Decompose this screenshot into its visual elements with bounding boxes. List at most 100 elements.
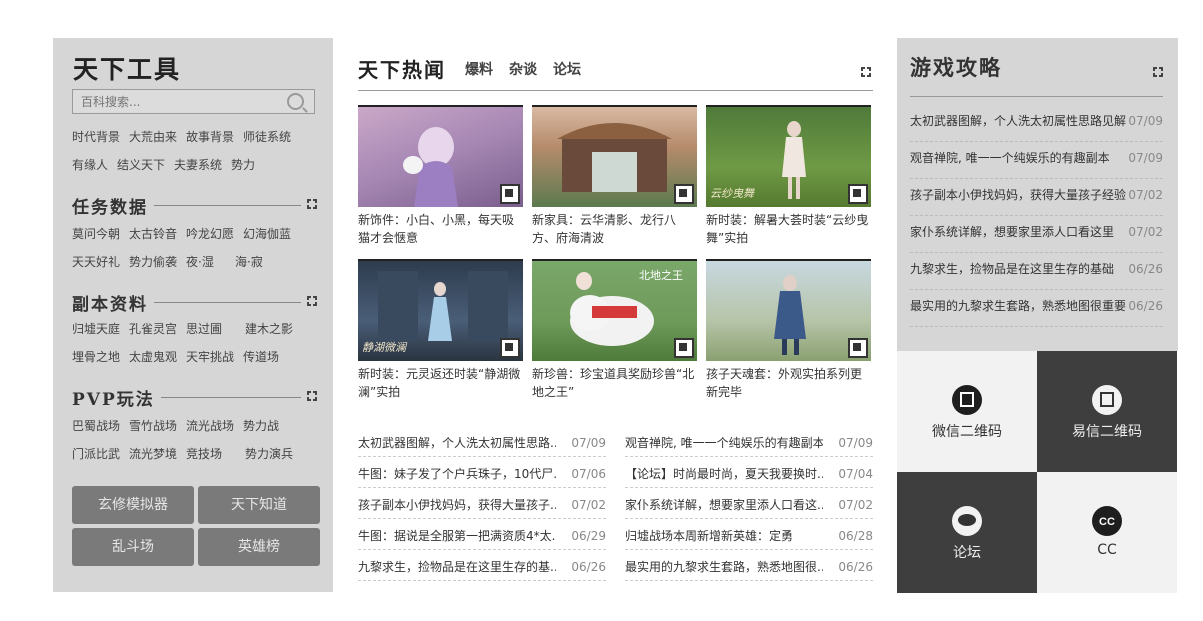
list-item[interactable]: 观音禅院, 唯一一个纯娱乐的有趣副本 07/09 [625,430,873,457]
tool-link[interactable]: 夫妻系统 [174,151,222,179]
news-title[interactable]: 最实用的九黎求生套路，熟悉地图很.. [625,554,823,580]
news-thumbnail[interactable] [358,105,523,207]
tool-link[interactable]: 雪竹战场 [129,412,177,440]
expand-icon[interactable] [306,390,320,404]
news-thumbnail[interactable]: 云纱曳舞 [706,105,871,207]
tool-link[interactable]: 天牢挑战 [186,343,234,371]
tool-link[interactable]: 归墟天庭 [72,315,120,343]
tool-link[interactable]: 孔雀灵宫 [129,315,177,343]
section-title: 任务数据 [72,193,154,218]
tile-label: CC [1097,542,1117,558]
list-item[interactable]: 最实用的九黎求生套路，熟悉地图很.. 06/26 [625,554,873,581]
wiki-search-input[interactable] [73,90,283,114]
news-caption[interactable]: 新珍兽：珍宝道具奖励珍兽“北地之王” [532,365,697,401]
wechat-qr-tile[interactable]: 微信二维码 [897,351,1037,472]
forum-tile[interactable]: 论坛 [897,472,1037,593]
tool-link[interactable]: 故事背景 [186,123,234,151]
tool-link[interactable]: 流光梦境 [129,440,177,468]
news-title[interactable]: 观音禅院, 唯一一个纯娱乐的有趣副本 [625,430,823,456]
simulator-button[interactable]: 玄修模拟器 [72,486,194,524]
news-title[interactable]: 家仆系统详解，想要家里添人口看这.. [625,492,823,518]
list-item[interactable]: 孩子副本小伊找妈妈，获得大量孩子.. 07/02 [358,492,606,519]
tool-link[interactable]: 师徒系统 [243,123,291,151]
guide-title[interactable]: 最实用的九黎求生套路，熟悉地图很重要 [910,290,1128,323]
news-caption[interactable]: 新时装：元灵返还时装“静湖微澜”实拍 [358,365,523,401]
news-title[interactable]: 牛图：妹子发了个户兵珠子，10代尸. [358,461,556,487]
list-item[interactable]: 牛图：据说是全服第一把满资质4*太.. 06/29 [358,523,606,550]
guide-title[interactable]: 九黎求生，捡物品是在这里生存的基础 [910,253,1128,286]
expand-icon[interactable] [860,66,874,80]
tool-link[interactable]: 思过圃 [186,315,236,343]
expand-icon[interactable] [306,198,320,212]
tool-link[interactable]: 流光战场 [186,412,234,440]
news-title[interactable]: 归墟战场本周新增新英雄：定勇 [625,523,823,549]
tool-link[interactable]: 幻海伽蓝 [243,220,291,248]
tab-zatan[interactable]: 杂谈 [509,62,537,78]
list-item[interactable]: 归墟战场本周新增新英雄：定勇 06/28 [625,523,873,550]
list-item[interactable]: 孩子副本小伊找妈妈，获得大量孩子经验 07/02 [910,179,1163,216]
tool-link[interactable]: 海·寂 [235,248,263,276]
tab-luntan[interactable]: 论坛 [553,62,581,78]
news-title[interactable]: 太初武器图解，个人洗太初属性思路.. [358,430,556,456]
tool-link[interactable]: 传道场 [243,343,279,371]
section-header-quests: 任务数据 [72,193,320,218]
tools-panel: 天下工具 时代背景大荒由来故事背景师徒系统 有缘人结义天下夫妻系统势力 任务数据… [53,38,333,592]
list-item[interactable]: 太初武器图解，个人洗太初属性思路.. 07/09 [358,430,606,457]
list-item[interactable]: 【论坛】时尚最时尚，夏天我要换时.. 07/04 [625,461,873,488]
list-item[interactable]: 观音禅院, 唯一一个纯娱乐的有趣副本 07/09 [910,142,1163,179]
tool-link[interactable]: 大荒由来 [129,123,177,151]
tool-link[interactable]: 势力偷袭 [129,248,177,276]
news-caption[interactable]: 孩子天魂套：外观实拍系列更新完毕 [706,365,871,401]
news-thumbnail[interactable]: 北地之王 [532,259,697,361]
tool-link[interactable]: 竞技场 [186,440,236,468]
news-title[interactable]: 九黎求生，捡物品是在这里生存的基.. [358,554,556,580]
tool-link[interactable]: 门派比武 [72,440,120,468]
tool-link[interactable]: 结义天下 [117,151,165,179]
list-item[interactable]: 最实用的九黎求生套路，熟悉地图很重要 06/26 [910,290,1163,327]
tool-link[interactable]: 莫问今朝 [72,220,120,248]
list-item[interactable]: 家仆系统详解，想要家里添人口看这.. 07/02 [625,492,873,519]
tab-baoliao[interactable]: 爆料 [465,62,493,78]
cc-tile[interactable]: CC CC [1037,472,1177,593]
tool-link[interactable]: 巴蜀战场 [72,412,120,440]
guide-title[interactable]: 观音禅院, 唯一一个纯娱乐的有趣副本 [910,142,1128,175]
tool-link[interactable]: 势力战 [243,412,279,440]
tool-link[interactable]: 势力 [231,151,255,179]
list-item[interactable]: 家仆系统详解，想要家里添人口看这里 07/02 [910,216,1163,253]
news-thumbnail[interactable]: 静湖微澜 [358,259,523,361]
list-item[interactable]: 太初武器图解，个人洗太初属性思路见解 07/09 [910,105,1163,142]
news-title[interactable]: 【论坛】时尚最时尚，夏天我要换时.. [625,461,823,487]
guide-title[interactable]: 家仆系统详解，想要家里添人口看这里 [910,216,1128,249]
news-caption[interactable]: 新时装：解暑大荟时装“云纱曳舞”实拍 [706,211,871,247]
tool-link[interactable]: 太古铃音 [129,220,177,248]
list-item[interactable]: 牛图：妹子发了个户兵珠子，10代尸. 07/06 [358,461,606,488]
news-caption[interactable]: 新家具：云华清影、龙行八方、府海清波 [532,211,697,247]
tool-link[interactable]: 有缘人 [72,151,108,179]
guide-title[interactable]: 太初武器图解，个人洗太初属性思路见解 [910,105,1128,138]
tool-link[interactable]: 建木之影 [245,315,293,343]
news-title[interactable]: 牛图：据说是全服第一把满资质4*太.. [358,523,556,549]
arena-button[interactable]: 乱斗场 [72,528,194,566]
search-icon[interactable] [287,93,304,110]
news-title[interactable]: 孩子副本小伊找妈妈，获得大量孩子.. [358,492,556,518]
wiki-search-box[interactable] [72,89,315,114]
hero-rank-button[interactable]: 英雄榜 [198,528,320,566]
tile-label: 论坛 [953,545,981,561]
zhidao-button[interactable]: 天下知道 [198,486,320,524]
tool-link[interactable]: 吟龙幻愿 [186,220,234,248]
list-item[interactable]: 九黎求生，捡物品是在这里生存的基础 06/26 [910,253,1163,290]
list-item[interactable]: 九黎求生，捡物品是在这里生存的基.. 06/26 [358,554,606,581]
tool-link[interactable]: 太虚鬼观 [129,343,177,371]
news-thumbnail[interactable] [532,105,697,207]
tool-link[interactable]: 时代背景 [72,123,120,151]
expand-icon[interactable] [306,295,320,309]
tool-link[interactable]: 埋骨之地 [72,343,120,371]
news-thumbnail[interactable] [706,259,871,361]
news-caption[interactable]: 新饰件：小白、小黑，每天吸猫才会惬意 [358,211,523,247]
tool-link[interactable]: 夜·湿 [186,248,226,276]
yixin-qr-tile[interactable]: 易信二维码 [1037,351,1177,472]
guide-title[interactable]: 孩子副本小伊找妈妈，获得大量孩子经验 [910,179,1128,212]
tool-link[interactable]: 天天好礼 [72,248,120,276]
tool-link[interactable]: 势力演兵 [245,440,293,468]
expand-icon[interactable] [1152,66,1166,80]
